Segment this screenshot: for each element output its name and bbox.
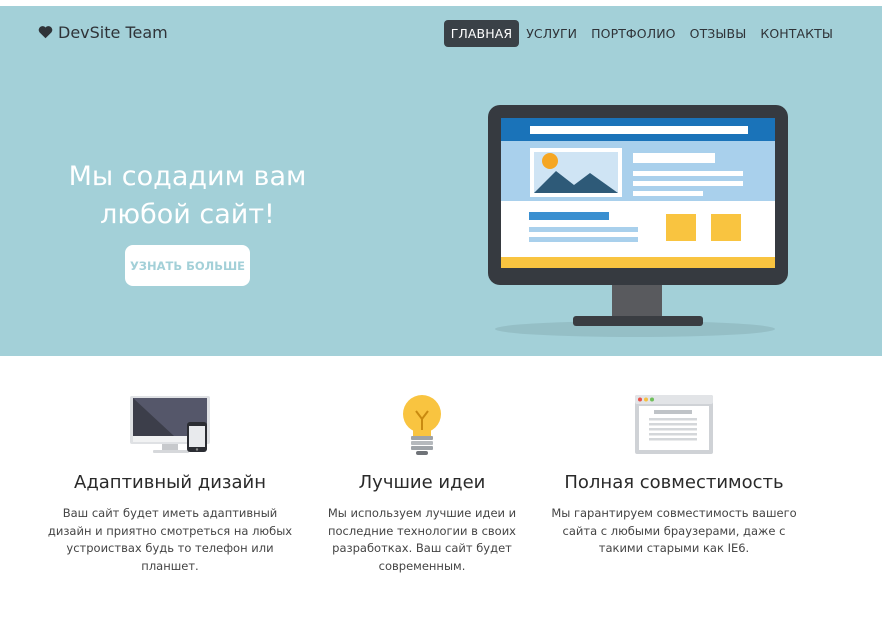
hero-title-line2: любой сайт!: [100, 199, 275, 230]
hero-section: DevSite Team Главная Услуги Портфолио От…: [0, 6, 882, 356]
feature-text: Ваш сайт будет иметь адаптивный дизайн и…: [47, 506, 293, 573]
feature-text: Мы гарантируем совместимость вашего сайт…: [551, 506, 797, 555]
lightbulb-icon: [403, 395, 441, 455]
hero-title-line1: Мы содадим вам: [68, 161, 307, 192]
nav-item-portfolio[interactable]: Портфолио: [584, 20, 683, 47]
navbar: DevSite Team Главная Услуги Портфолио От…: [0, 6, 882, 62]
nav-item-home[interactable]: Главная: [443, 20, 520, 47]
browser-window-icon: [635, 395, 713, 454]
feature-title: Полная совместимость: [564, 472, 784, 493]
hero-title: Мы содадим вам любой сайт!: [40, 158, 335, 234]
features-section: Адаптивный дизайн Ваш сайт будет иметь а…: [0, 356, 882, 621]
brand-name: DevSite Team: [58, 22, 168, 42]
learn-more-button[interactable]: Узнать больше: [125, 245, 250, 286]
nav-item-services[interactable]: Услуги: [519, 20, 584, 47]
feature-text: Мы используем лучшие идеи и последние те…: [327, 506, 517, 573]
heart-icon: [38, 26, 53, 39]
nav-item-contacts[interactable]: Контакты: [753, 20, 840, 47]
responsive-devices-icon: [130, 396, 210, 453]
feature-title: Адаптивный дизайн: [74, 472, 266, 493]
brand-logo[interactable]: DevSite Team: [38, 20, 168, 44]
feature-title: Лучшие идеи: [358, 472, 486, 493]
nav-item-reviews[interactable]: Отзывы: [683, 20, 754, 47]
monitor-illustration: [470, 101, 800, 341]
main-nav: Главная Услуги Портфолио Отзывы Контакты: [443, 20, 840, 47]
